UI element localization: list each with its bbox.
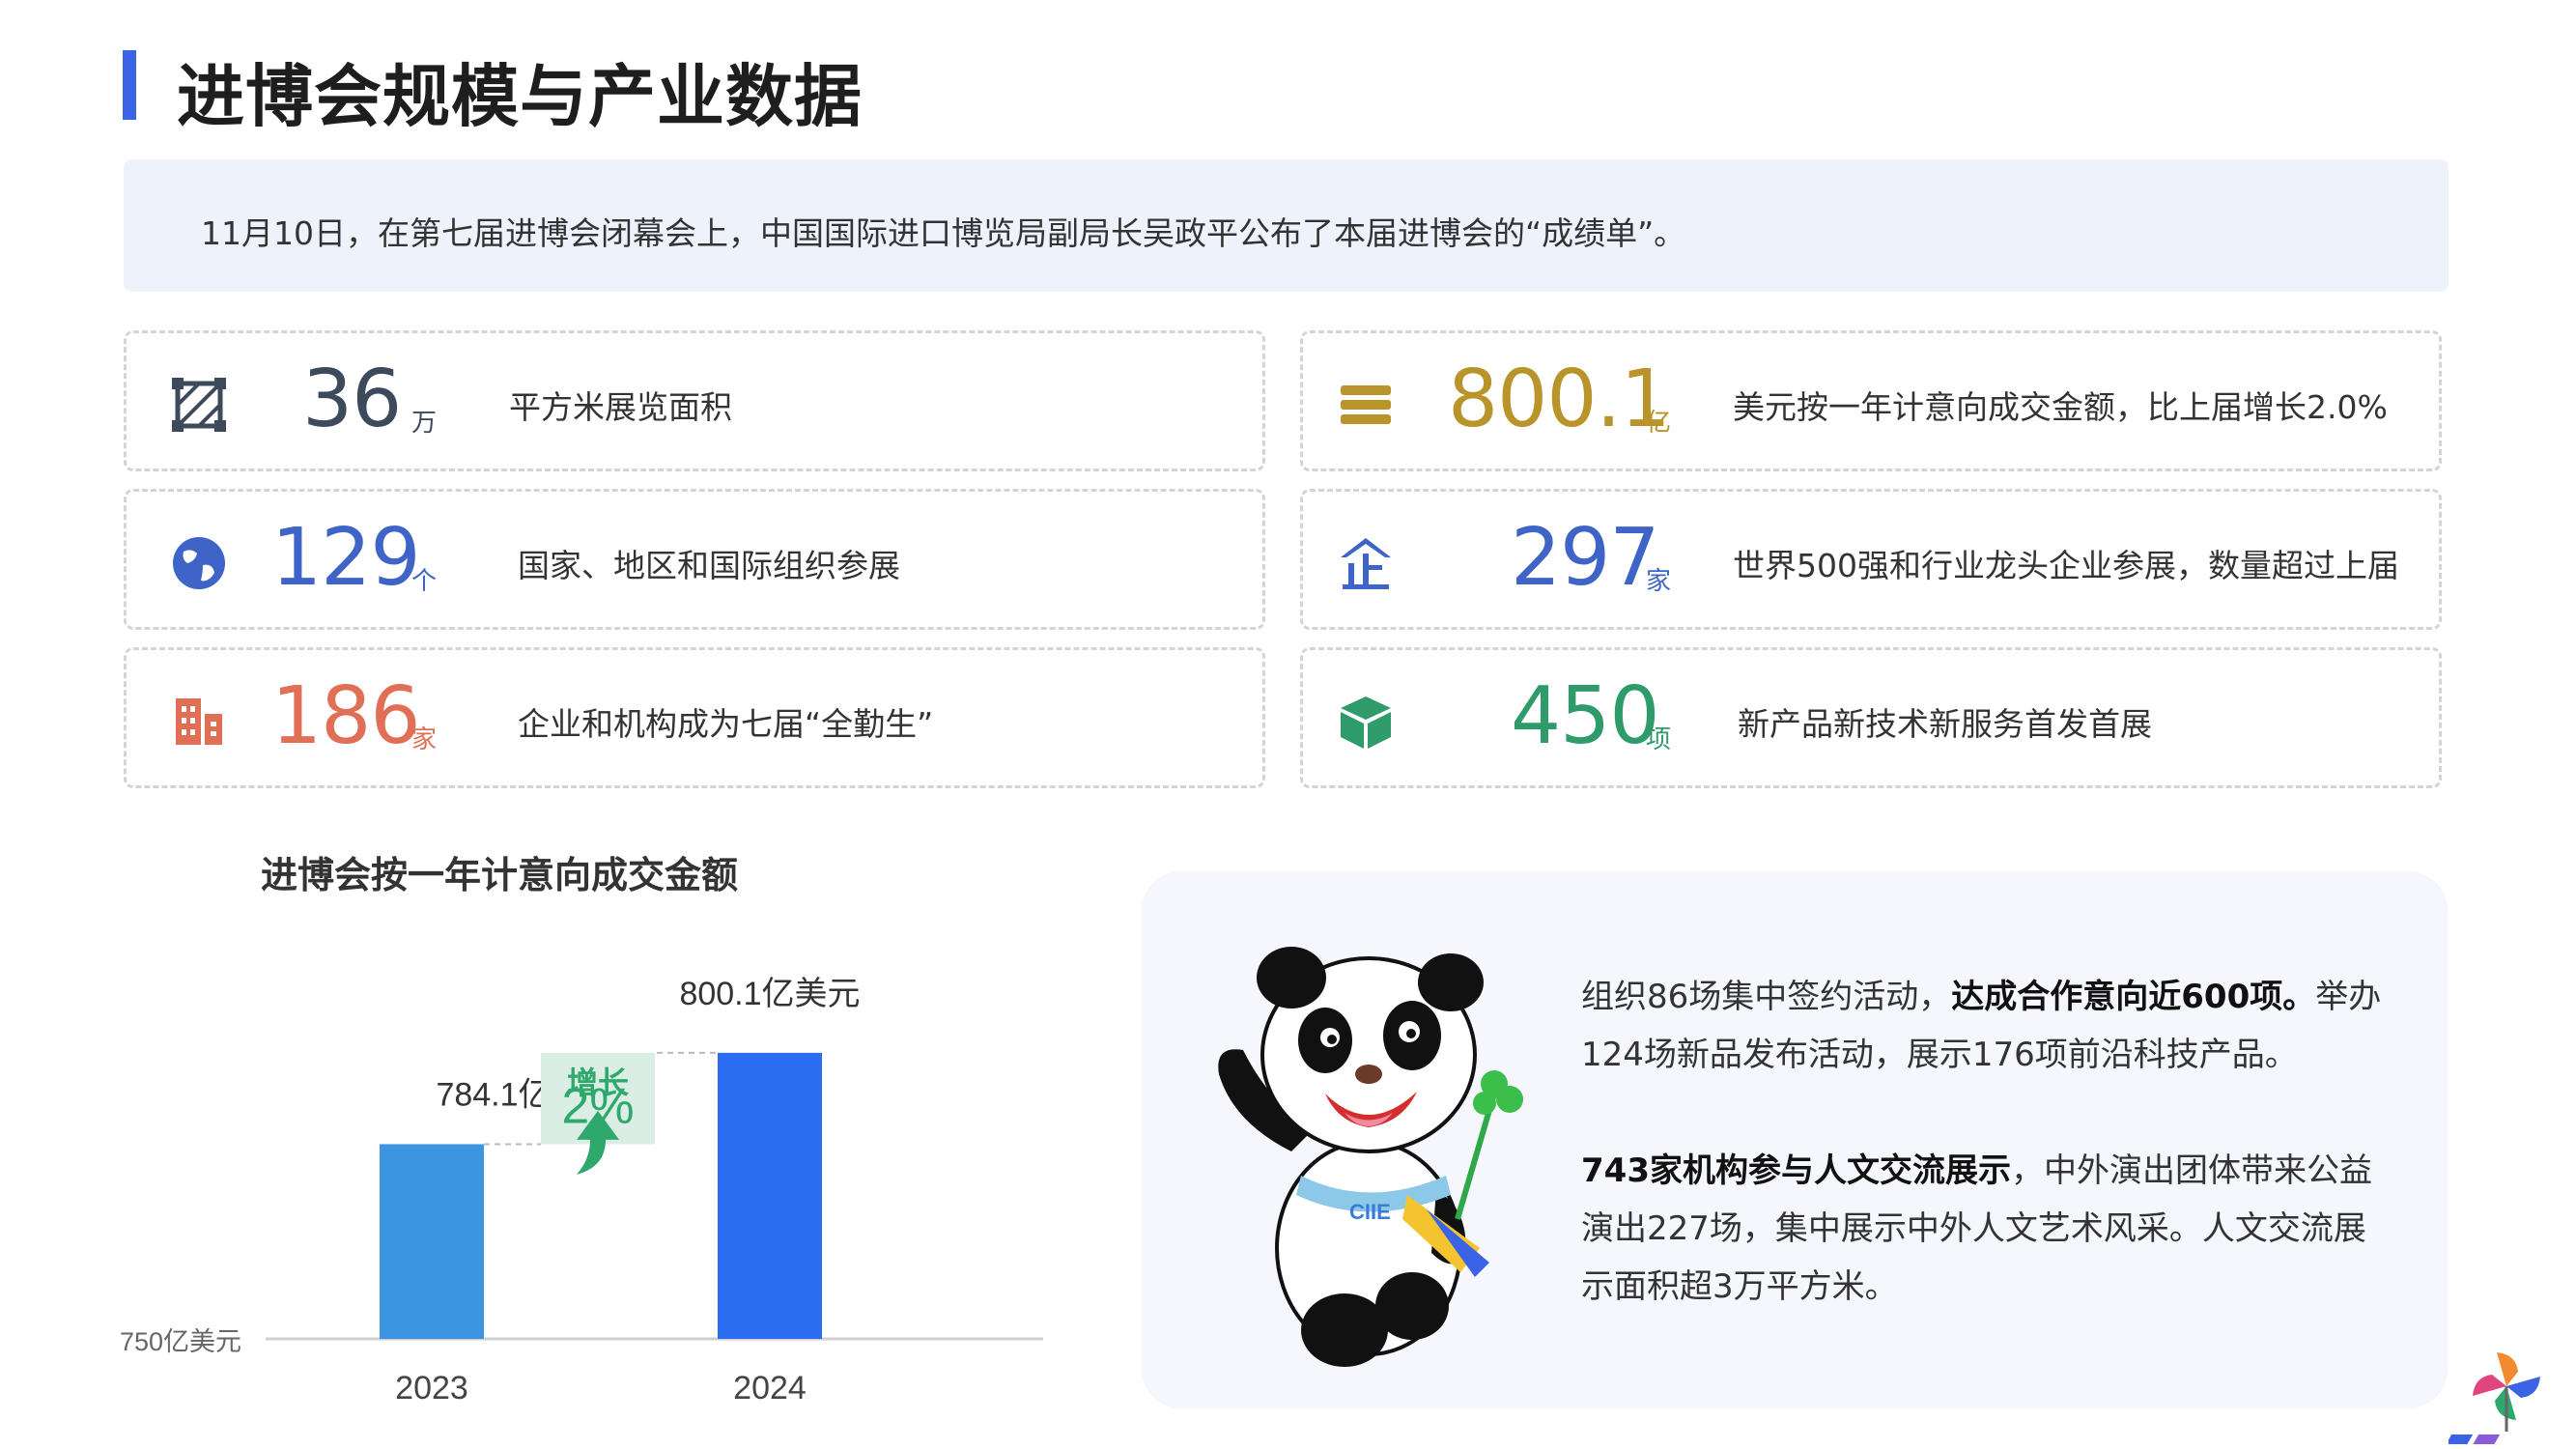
bar-chart: 750亿美元2023 2024784.1亿美元800.1亿美元增长2% <box>120 976 1043 1406</box>
bar-2023 <box>380 1144 484 1339</box>
page-title: 进博会规模与产业数据 <box>177 57 863 136</box>
area-icon <box>172 378 226 432</box>
bar-2024 <box>718 1052 822 1339</box>
stat-value: 36 <box>302 354 402 445</box>
info-highlight: 达成合作意向近600项。 <box>1951 978 2316 1016</box>
stat-unit: 个 <box>411 567 438 596</box>
info-text: 组织86场集中签约活动，达成合作意向近600项。举办124场新品发布活动，展示1… <box>1581 968 2383 1316</box>
intro-text: 11月10日，在第七届进博会闭幕会上，中国国际进口博览局副局长吴政平公布了本届进… <box>201 214 1686 252</box>
x-tick-label: 2023 <box>395 1370 468 1406</box>
globe-icon <box>173 537 225 589</box>
stat-value: 129 <box>271 512 421 604</box>
info-highlight: 743家机构参与人文交流展示 <box>1581 1151 2011 1190</box>
x-tick-label: 2024 <box>733 1370 807 1406</box>
stat-unit: 万 <box>411 409 438 438</box>
stat-description: 新产品新技术新服务首发首展 <box>1738 705 2152 743</box>
stat-description: 美元按一年计意向成交金额，比上届增长2.0% <box>1733 388 2388 426</box>
stat-description: 国家、地区和国际组织参展 <box>518 547 900 584</box>
panda-mascot-icon: CIIE <box>1218 947 1523 1367</box>
enterprise-icon <box>1341 538 1391 589</box>
stat-card-enterprises: 297 家 世界500强和行业龙头企业参展，数量超过上届 <box>1300 489 2442 630</box>
stat-description: 平方米展览面积 <box>509 388 732 426</box>
money-stack-icon <box>1341 385 1391 424</box>
stat-value: 450 <box>1511 670 1660 762</box>
mascot-badge-text: CIIE <box>1349 1200 1391 1224</box>
stat-value: 297 <box>1511 512 1660 604</box>
stat-value: 800.1 <box>1448 354 1671 445</box>
stat-description: 企业和机构成为七届“全勤生” <box>518 705 934 743</box>
data-label: 800.1亿美元 <box>679 976 860 1012</box>
baseline-label: 750亿美元 <box>120 1327 241 1356</box>
growth-value: 2% <box>561 1078 634 1134</box>
box-icon <box>1341 696 1391 749</box>
pinwheel-logo-icon <box>2449 1352 2540 1444</box>
info-paragraph-1: 组织86场集中签约活动，达成合作意向近600项。举办124场新品发布活动，展示1… <box>1581 978 2382 1074</box>
stat-unit: 家 <box>1646 567 1672 596</box>
stat-unit: 家 <box>411 725 438 754</box>
info-paragraph-2: 743家机构参与人文交流展示，中外演出团体带来公益演出227场，集中展示中外人文… <box>1581 1151 2372 1306</box>
stat-card-countries: 129 个 国家、地区和国际组织参展 <box>124 489 1265 630</box>
stat-value: 186 <box>271 670 421 762</box>
title-accent-bar <box>123 50 136 120</box>
stat-card-new-products: 450 项 新产品新技术新服务首发首展 <box>1300 647 2442 788</box>
stat-card-regular-exhibitors: 186 家 企业和机构成为七届“全勤生” <box>124 647 1265 788</box>
stat-unit: 亿 <box>1646 409 1672 438</box>
stat-card-deal-amount: 800.1 亿 美元按一年计意向成交金额，比上届增长2.0% <box>1300 330 2442 471</box>
info-panel: CIIE 组织86场集中签约活动，达成合作意向近600项。举办124场新品发布活… <box>1142 871 2448 1408</box>
stat-card-area: 36 万 平方米展览面积 <box>124 330 1265 471</box>
intro-banner: 11月10日，在第七届进博会闭幕会上，中国国际进口博览局副局长吴政平公布了本届进… <box>124 159 2449 292</box>
chart-title: 进博会按一年计意向成交金额 <box>261 854 739 896</box>
stat-unit: 项 <box>1646 725 1672 754</box>
building-icon <box>176 698 222 745</box>
stat-description: 世界500强和行业龙头企业参展，数量超过上届 <box>1733 547 2399 584</box>
